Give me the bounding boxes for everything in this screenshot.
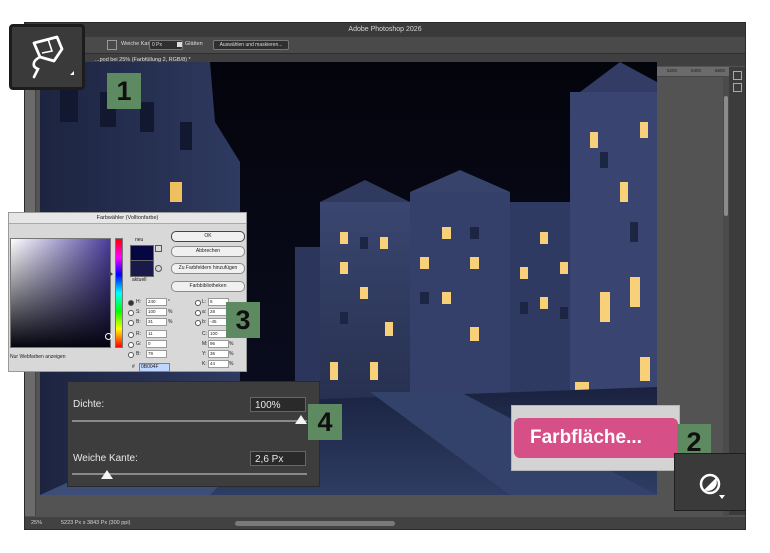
smooth-label: Glätten bbox=[185, 41, 203, 47]
vertical-scrollbar[interactable] bbox=[723, 76, 729, 516]
y-label: Y: bbox=[202, 351, 207, 357]
feather-slider-handle[interactable] bbox=[101, 470, 113, 479]
current-color-swatch[interactable] bbox=[130, 260, 154, 277]
m-unit: % bbox=[229, 341, 234, 347]
new-color-label: neu bbox=[135, 237, 144, 243]
density-slider-handle[interactable] bbox=[295, 415, 307, 424]
options-bar: Weiche Kante: 0 Px Glätten Auswählen und… bbox=[25, 37, 745, 54]
g-input[interactable]: 0 bbox=[146, 340, 167, 348]
h-unit: ° bbox=[168, 299, 170, 305]
c-label: C: bbox=[202, 331, 207, 337]
a-label: a: bbox=[202, 309, 207, 315]
s-label: S: bbox=[136, 309, 141, 315]
web-safe-warning-icon[interactable] bbox=[155, 265, 162, 272]
s-unit: % bbox=[168, 309, 173, 315]
radio-lab-b[interactable] bbox=[195, 320, 201, 326]
radio-b[interactable] bbox=[128, 320, 134, 326]
density-label: Dichte: bbox=[73, 399, 105, 410]
ruler-tick-label: 5600 bbox=[715, 68, 726, 73]
panel-icon[interactable] bbox=[733, 71, 742, 80]
color-field-marker[interactable] bbox=[105, 333, 112, 340]
zoom-level[interactable]: 25% bbox=[31, 517, 42, 529]
m-input[interactable]: 96 bbox=[208, 340, 229, 348]
ok-button[interactable]: OK bbox=[171, 231, 245, 242]
b-label: B: bbox=[136, 319, 141, 325]
status-bar: 25% 5223 Px x 3843 Px (300 ppi) bbox=[25, 517, 745, 529]
s-input[interactable]: 100 bbox=[146, 308, 167, 316]
radio-h[interactable] bbox=[128, 300, 134, 306]
lab-b-label: b: bbox=[202, 319, 207, 325]
step-badge-1: 1 bbox=[107, 73, 141, 109]
window-title: Adobe Photoshop 2026 bbox=[25, 23, 745, 37]
feather-input[interactable]: 2,6 Px bbox=[250, 451, 306, 466]
gamut-warning-icon[interactable] bbox=[155, 245, 162, 252]
step-badge-4: 4 bbox=[308, 404, 342, 440]
r-label: R: bbox=[136, 331, 141, 337]
radio-blue[interactable] bbox=[128, 352, 134, 358]
density-slider-track[interactable] bbox=[72, 420, 307, 422]
blue-label: B: bbox=[136, 351, 141, 357]
scrollbar-thumb[interactable] bbox=[724, 96, 728, 216]
right-panel-strip bbox=[729, 67, 745, 515]
hex-label: # bbox=[132, 364, 135, 370]
l-label: L: bbox=[202, 299, 207, 305]
radio-g[interactable] bbox=[128, 342, 134, 348]
ruler-tick-label: 5200 bbox=[667, 68, 678, 73]
horizontal-scrollbar[interactable] bbox=[235, 521, 395, 526]
density-input[interactable]: 100% bbox=[250, 397, 306, 412]
m-label: M: bbox=[202, 341, 208, 347]
blue-input[interactable]: 79 bbox=[146, 350, 167, 358]
radio-a[interactable] bbox=[195, 310, 201, 316]
ruler-tick-label: 5400 bbox=[691, 68, 702, 73]
k-unit: % bbox=[229, 361, 234, 367]
new-adjustment-layer-button[interactable] bbox=[674, 453, 746, 511]
document-info[interactable]: 5223 Px x 3843 Px (300 ppi) bbox=[61, 517, 130, 529]
k-input[interactable]: 44 bbox=[208, 360, 229, 368]
add-to-swatches-button[interactable]: Zu Farbfeldern hinzufügen bbox=[171, 263, 245, 274]
mask-properties-panel: Dichte: 100% Weiche Kante: 2,6 Px bbox=[67, 381, 320, 487]
color-picker-dialog: Farbwähler (Volltonfarbe) neu aktuell OK… bbox=[8, 212, 247, 372]
step-badge-3: 3 bbox=[226, 302, 260, 338]
color-picker-title: Farbwähler (Volltonfarbe) bbox=[9, 213, 246, 224]
cancel-button[interactable]: Abbrechen bbox=[171, 246, 245, 257]
panel-icon[interactable] bbox=[733, 83, 742, 92]
r-input[interactable]: 11 bbox=[146, 330, 167, 338]
y-input[interactable]: 36 bbox=[208, 350, 229, 358]
radio-l[interactable] bbox=[195, 300, 201, 306]
current-color-label: aktuell bbox=[132, 277, 147, 283]
solid-color-fill-button[interactable]: Farbfläche... bbox=[514, 418, 678, 458]
adjustment-layer-icon bbox=[699, 473, 725, 499]
color-libraries-button[interactable]: Farbbibliotheken bbox=[171, 281, 245, 292]
lasso-select-icon bbox=[32, 35, 74, 79]
lasso-tool-button[interactable] bbox=[9, 24, 85, 90]
smooth-checkbox[interactable] bbox=[177, 42, 182, 47]
feather-label: Weiche Kante: bbox=[73, 453, 138, 464]
h-input[interactable]: 240 bbox=[146, 298, 167, 306]
radio-r[interactable] bbox=[128, 332, 134, 338]
k-label: K: bbox=[202, 361, 207, 367]
select-and-mask-button[interactable]: Auswählen und maskieren... bbox=[213, 40, 289, 50]
hue-slider[interactable] bbox=[115, 238, 123, 348]
h-label: H: bbox=[136, 299, 141, 305]
y-unit: % bbox=[229, 351, 234, 357]
hex-input[interactable]: 0B004F bbox=[139, 363, 170, 372]
g-label: G: bbox=[136, 341, 142, 347]
web-colors-only-label[interactable]: Nur Webfarben anzeigen bbox=[10, 354, 66, 360]
hue-slider-arrow-icon[interactable] bbox=[109, 271, 113, 277]
b-input[interactable]: 31 bbox=[146, 318, 167, 326]
mode-icon[interactable] bbox=[107, 40, 117, 50]
radio-s[interactable] bbox=[128, 310, 134, 316]
b-unit: % bbox=[168, 319, 173, 325]
color-field[interactable] bbox=[10, 238, 112, 348]
